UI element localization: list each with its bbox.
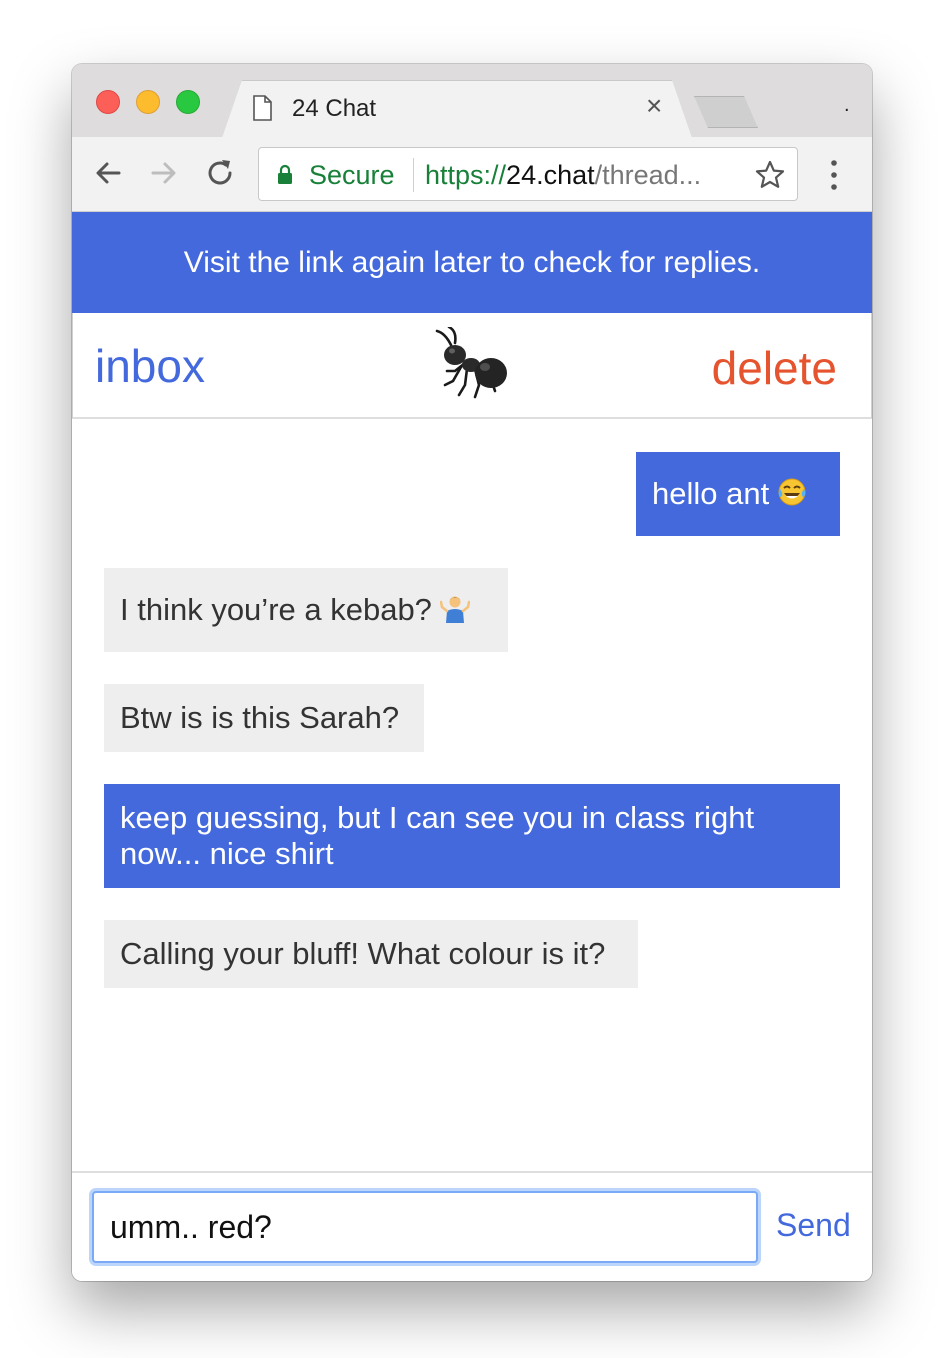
url-text[interactable]: https://24.chat/thread... <box>425 160 701 191</box>
message-bubble-sent: hello ant <box>636 452 840 536</box>
lock-icon <box>278 164 292 184</box>
banner-text: Visit the link again later to check for … <box>183 245 761 279</box>
delete-link[interactable]: delete <box>712 341 837 395</box>
message-bubble-sent: keep guessing, but I can see you in clas… <box>104 784 840 888</box>
browser-window: 24 Chat × . Secure https://24.chat/threa… <box>72 64 872 1281</box>
tab-close-icon[interactable]: × <box>646 91 662 121</box>
omnibox-divider <box>413 158 414 192</box>
url-host: 24.chat <box>506 160 595 190</box>
browser-toolbar: Secure https://24.chat/thread... <box>72 137 872 212</box>
info-banner: Visit the link again later to check for … <box>72 212 872 313</box>
thread-header: inbox delete <box>72 313 872 419</box>
tab-strip-dot: . <box>844 94 850 116</box>
url-path: /thread... <box>594 160 702 190</box>
secure-label: Secure <box>309 160 395 190</box>
tab-title: 24 Chat <box>292 95 377 122</box>
message-text: Calling your bluff! What colour is it? <box>120 936 606 971</box>
message-text: hello ant <box>652 476 770 511</box>
message-bubble-received: I think you’re a kebab? <box>104 568 508 652</box>
person-shrugging-emoji-icon <box>439 596 470 623</box>
message-bubble-received: Btw is is this Sarah? <box>104 684 424 752</box>
message-thread: hello ant I think you’re a kebab? Btw is… <box>72 419 872 1171</box>
message-text: keep guessing, but I can see you in clas… <box>120 800 755 871</box>
browser-tab[interactable]: 24 Chat × <box>222 80 692 138</box>
send-button[interactable]: Send <box>776 1207 851 1244</box>
address-bar[interactable]: Secure https://24.chat/thread... <box>258 147 798 201</box>
url-scheme: https:// <box>425 160 507 190</box>
ant-emoji-icon <box>435 327 507 399</box>
message-text: Btw is is this Sarah? <box>120 700 400 735</box>
forward-arrow-icon[interactable] <box>148 157 180 189</box>
inbox-link[interactable]: inbox <box>95 339 205 393</box>
tab-strip: 24 Chat × . <box>72 64 872 138</box>
reload-icon[interactable] <box>204 157 236 189</box>
window-maximize-button[interactable] <box>176 90 200 114</box>
window-minimize-button[interactable] <box>136 90 160 114</box>
message-text: I think you’re a kebab? <box>120 592 432 627</box>
message-input[interactable] <box>92 1191 758 1263</box>
tears-of-joy-emoji-icon <box>778 478 806 506</box>
message-composer: Send <box>72 1171 872 1281</box>
bookmark-star-icon[interactable] <box>755 160 785 190</box>
message-bubble-received: Calling your bluff! What colour is it? <box>104 920 638 988</box>
window-close-button[interactable] <box>96 90 120 114</box>
new-tab-button[interactable] <box>694 96 758 128</box>
back-arrow-icon[interactable] <box>92 157 124 189</box>
browser-menu-icon[interactable] <box>826 159 842 191</box>
document-icon <box>253 95 272 121</box>
